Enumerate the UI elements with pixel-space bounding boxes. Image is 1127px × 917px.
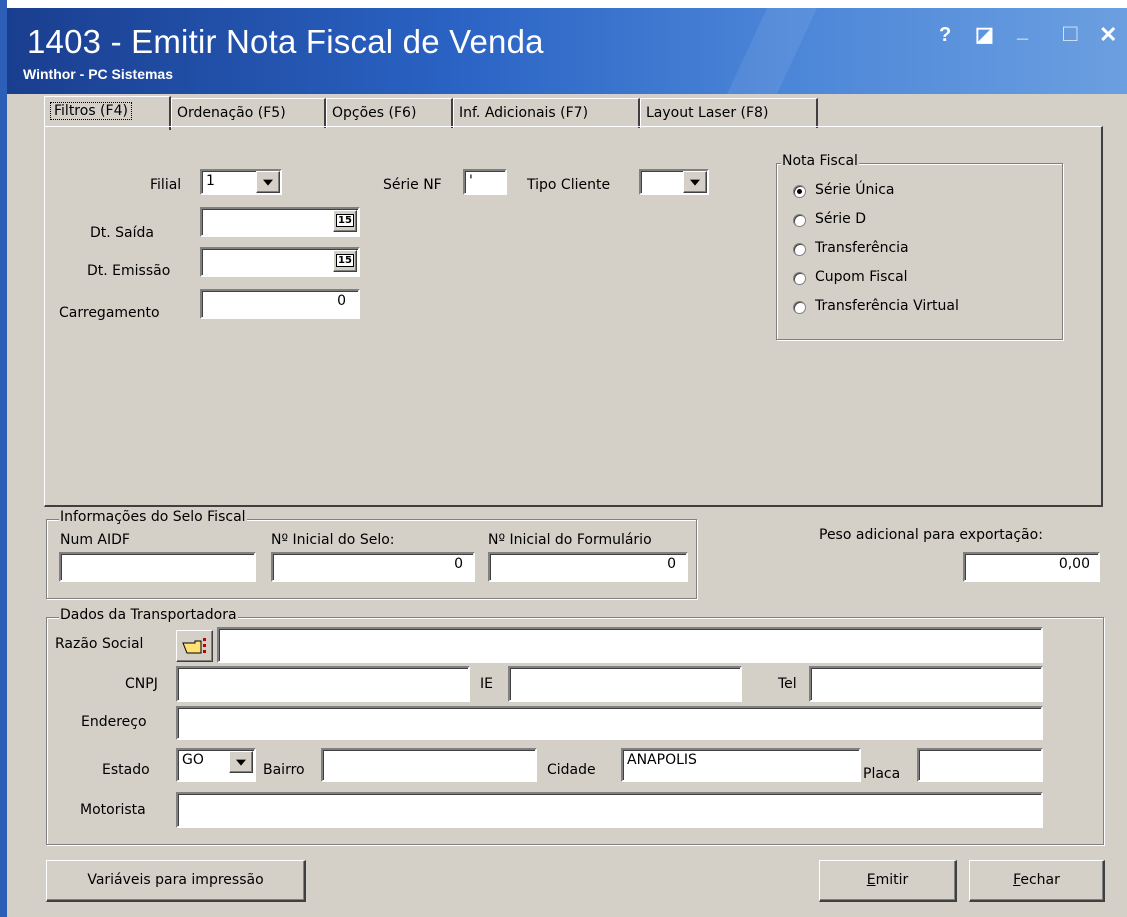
chevron-down-icon (263, 179, 273, 186)
radio-button (793, 301, 806, 314)
radio-cupom-fiscal-label: Cupom Fiscal (815, 269, 908, 285)
peso-adicional-label: Peso adicional para exportação: (819, 527, 1043, 543)
tel-input[interactable] (809, 666, 1043, 702)
calendar-icon: 15 (336, 214, 354, 227)
cidade-label: Cidade (547, 762, 596, 778)
serie-nf-label: Série NF (383, 177, 442, 193)
inicial-selo-input[interactable]: 0 (271, 552, 475, 582)
transportadora-group-title: Dados da Transportadora (59, 607, 238, 623)
window-subtitle: Winthor - PC Sistemas (23, 66, 174, 82)
estado-value: GO (182, 752, 204, 768)
pointing-hand-icon (182, 638, 206, 654)
razao-social-lookup-button[interactable] (176, 630, 213, 662)
ie-input[interactable] (508, 666, 742, 702)
fechar-button[interactable]: Fechar (969, 860, 1105, 902)
cnpj-label: CNPJ (125, 676, 158, 692)
variaveis-impressao-button[interactable]: Variáveis para impressão (46, 860, 306, 902)
dt-saida-calendar-button[interactable]: 15 (333, 210, 357, 232)
tab-strip: Filtros (F4) Ordenação (F5) Opções (F6) … (44, 96, 844, 130)
razao-social-input[interactable] (217, 627, 1043, 663)
filial-value: 1 (206, 173, 215, 189)
window-left-border (0, 0, 7, 917)
client-area: Filtros (F4) Ordenação (F5) Opções (F6) … (7, 94, 1127, 917)
tab-opcoes[interactable]: Opções (F6) (326, 98, 453, 128)
title-bar[interactable]: 1403 - Emitir Nota Fiscal de Venda Winth… (7, 8, 1127, 94)
minimize-icon[interactable]: _ (1017, 20, 1028, 43)
motorista-label: Motorista (80, 802, 146, 818)
inicial-selo-label: Nº Inicial do Selo: (271, 532, 395, 548)
dt-emissao-label: Dt. Emissão (87, 263, 171, 279)
bairro-input[interactable] (321, 748, 537, 782)
estado-label: Estado (102, 762, 150, 778)
nota-fiscal-group-title: Nota Fiscal (781, 153, 859, 169)
estado-dropdown-button[interactable] (229, 751, 253, 773)
title-bar-decoration (726, 8, 818, 94)
placa-label: Placa (863, 766, 901, 782)
radio-button (793, 214, 806, 227)
window-title: 1403 - Emitir Nota Fiscal de Venda (27, 23, 544, 60)
num-aidf-input[interactable] (59, 552, 256, 582)
tipo-cliente-dropdown-button[interactable] (683, 171, 707, 193)
razao-social-label: Razão Social (55, 636, 144, 652)
placa-input[interactable] (917, 748, 1043, 782)
dt-emissao-calendar-button[interactable]: 15 (333, 250, 357, 272)
radio-button-checked (793, 185, 806, 198)
carregamento-label: Carregamento (59, 305, 160, 321)
cidade-input[interactable]: ANAPOLIS (621, 748, 861, 782)
radio-transferencia-virtual-label: Transferência Virtual (815, 298, 959, 314)
radio-serie-unica-label: Série Única (815, 182, 895, 198)
filial-dropdown-button[interactable] (256, 171, 280, 193)
tab-filtros[interactable]: Filtros (F4) (44, 96, 171, 130)
radio-serie-d-label: Série D (815, 211, 866, 227)
motorista-input[interactable] (176, 792, 1043, 828)
fechar-label: echar (1020, 872, 1060, 888)
selo-fiscal-group-title: Informações do Selo Fiscal (59, 509, 247, 525)
emitir-button[interactable]: Emitir (819, 860, 957, 902)
inicial-formulario-label: Nº Inicial do Formulário (488, 532, 652, 548)
peso-adicional-input[interactable]: 0,00 (963, 552, 1100, 582)
serie-nf-input[interactable]: ' (463, 169, 507, 195)
num-aidf-label: Num AIDF (60, 532, 130, 548)
help-icon[interactable]: ? (939, 24, 951, 47)
dt-saida-label: Dt. Saída (90, 225, 154, 241)
endereco-label: Endereço (81, 714, 147, 730)
tel-label: Tel (778, 676, 797, 692)
close-icon[interactable]: ✕ (1099, 22, 1117, 48)
chevron-down-icon (690, 179, 700, 186)
filtros-panel: Filial 1 Série NF ' Tipo Cliente Dt. Saí… (44, 126, 1103, 507)
restore-icon[interactable]: ◪ (975, 22, 994, 47)
inicial-formulario-input[interactable]: 0 (488, 552, 688, 582)
emitir-accelerator: E (866, 872, 876, 888)
tab-inf-adicionais[interactable]: Inf. Adicionais (F7) (453, 98, 640, 128)
tab-layout-laser[interactable]: Layout Laser (F8) (640, 98, 818, 128)
bairro-label: Bairro (263, 762, 305, 778)
ie-label: IE (480, 676, 493, 692)
endereco-input[interactable] (176, 706, 1043, 740)
tab-filtros-label: Filtros (F4) (50, 102, 132, 120)
radio-transferencia-label: Transferência (815, 240, 909, 256)
carregamento-input[interactable]: 0 (200, 289, 360, 319)
radio-button (793, 272, 806, 285)
emitir-label: mitir (875, 872, 909, 888)
tab-ordenacao[interactable]: Ordenação (F5) (171, 98, 326, 128)
maximize-icon[interactable]: □ (1063, 20, 1078, 48)
tipo-cliente-label: Tipo Cliente (527, 177, 611, 193)
radio-button (793, 243, 806, 256)
chevron-down-icon (236, 759, 246, 766)
cnpj-input[interactable] (176, 666, 470, 702)
calendar-icon: 15 (336, 254, 354, 267)
filial-label: Filial (150, 177, 182, 193)
radio-dot-icon (797, 189, 802, 194)
